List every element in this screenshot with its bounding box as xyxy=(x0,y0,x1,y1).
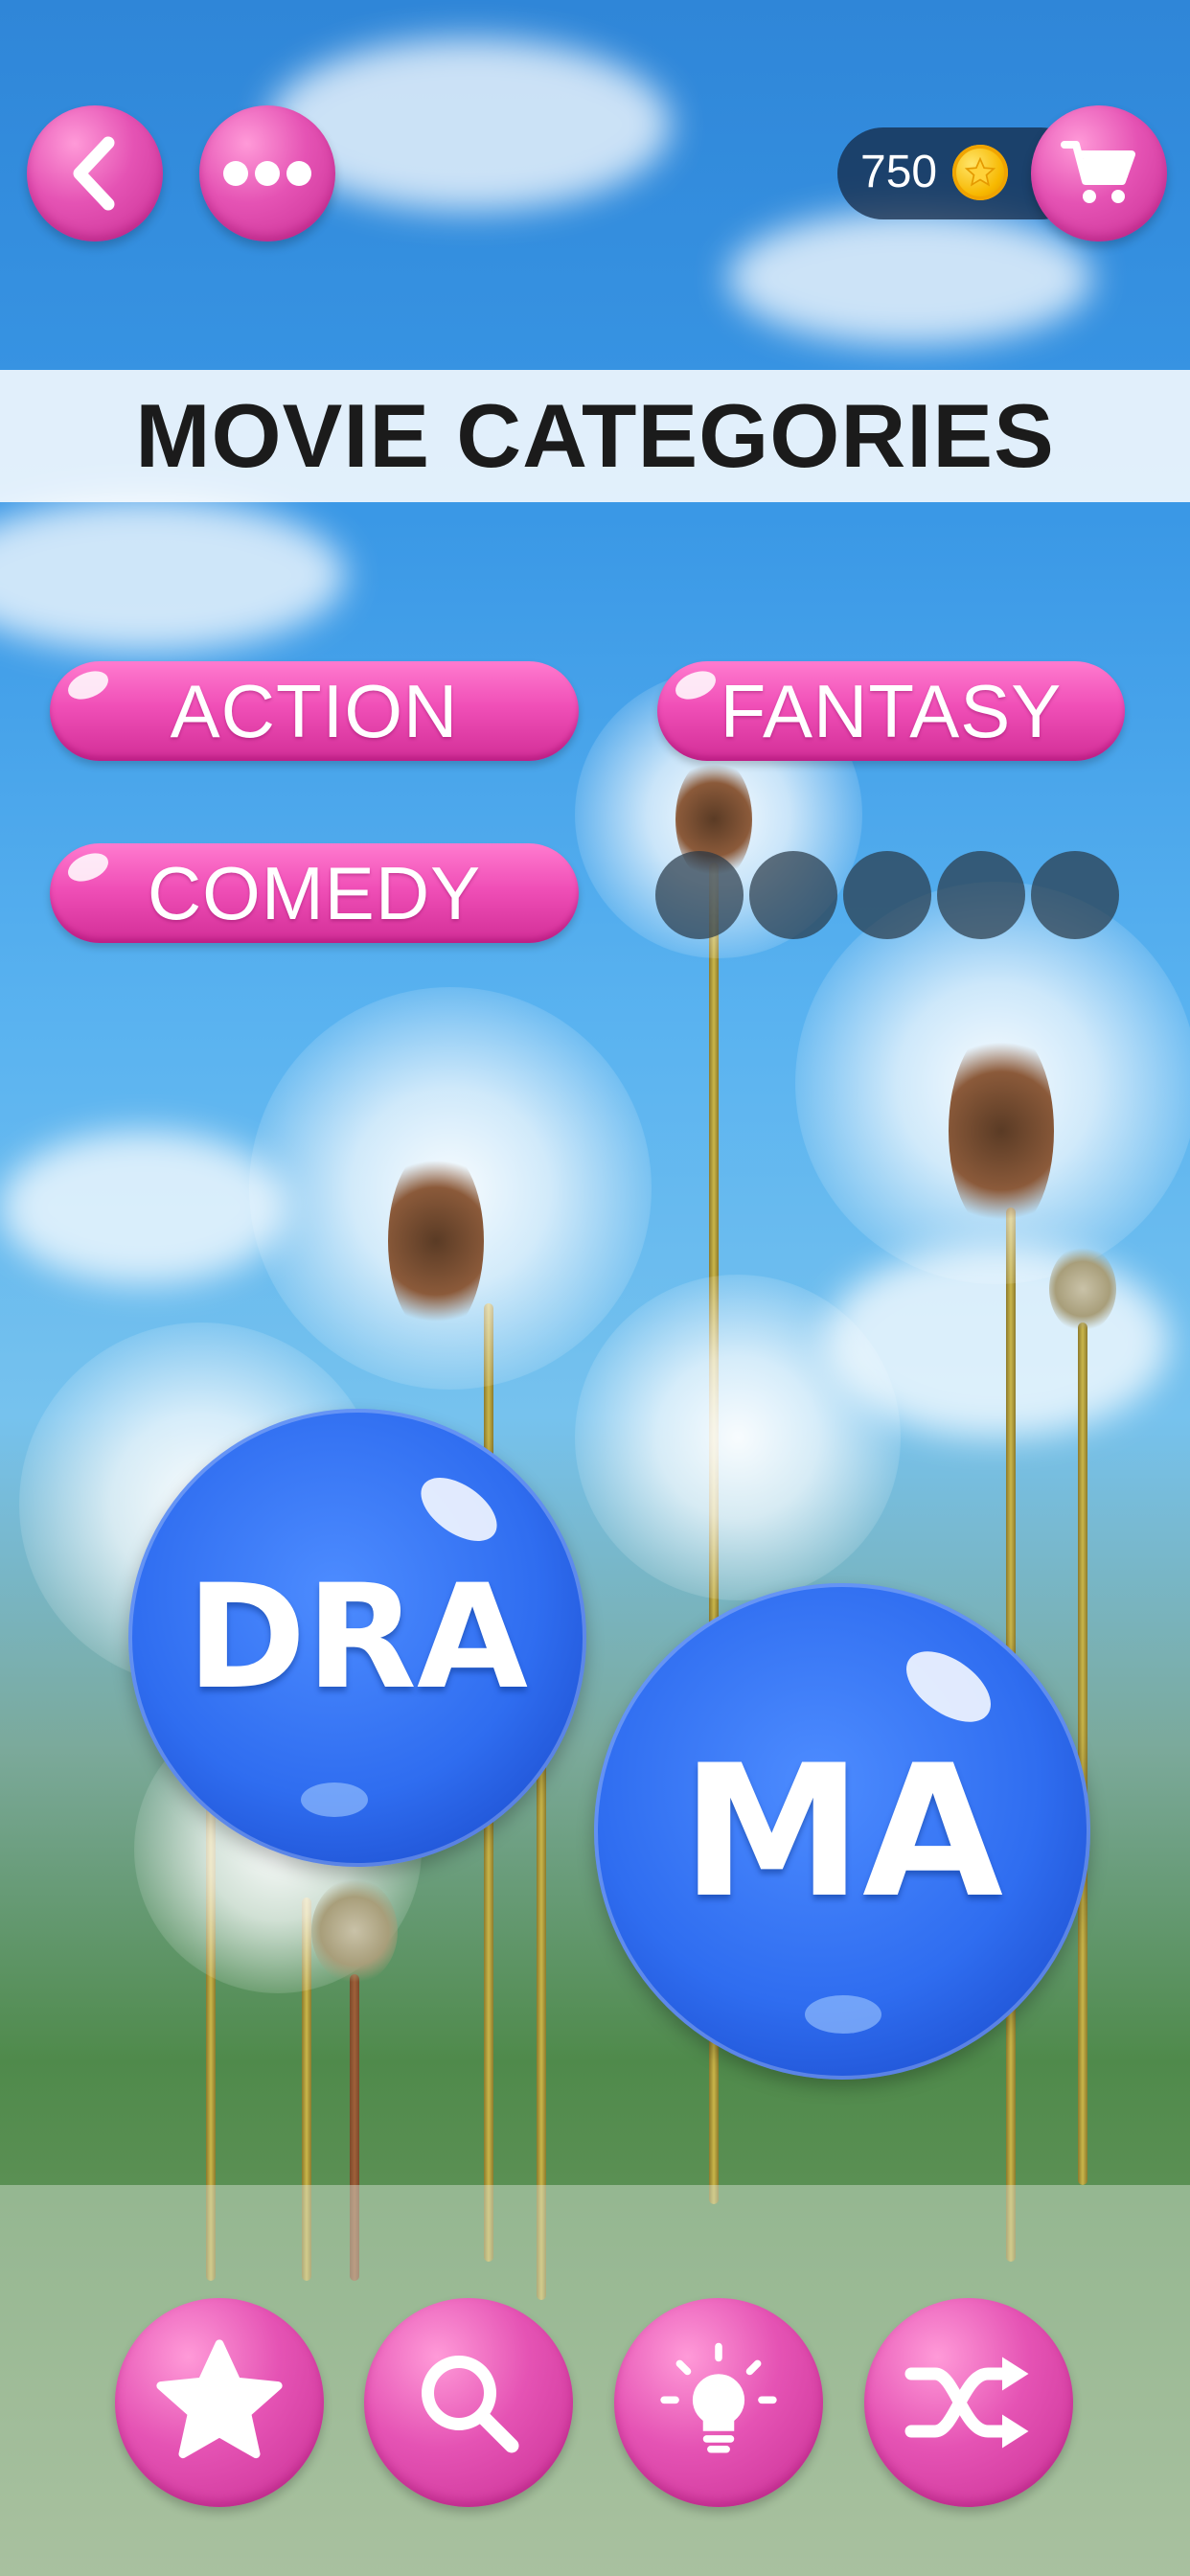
back-button[interactable] xyxy=(27,105,163,242)
found-word-label: ACTION xyxy=(170,668,459,753)
lightbulb-hint-button[interactable] xyxy=(614,2298,823,2507)
letter-bubble-ma[interactable]: MA xyxy=(594,1583,1090,2080)
coin-count: 750 xyxy=(860,147,938,197)
letter-slot xyxy=(1031,851,1119,939)
found-word-action: ACTION xyxy=(50,661,579,761)
shuffle-icon xyxy=(902,2350,1036,2455)
shop-button[interactable] xyxy=(1031,105,1167,242)
letter-slot xyxy=(843,851,931,939)
coin-star-icon xyxy=(952,145,1008,200)
search-hint-button[interactable] xyxy=(364,2298,573,2507)
category-title-band: MOVIE CATEGORIES xyxy=(0,370,1190,502)
shuffle-button[interactable] xyxy=(864,2298,1073,2507)
found-word-fantasy: FANTASY xyxy=(657,661,1125,761)
letter-slot xyxy=(655,851,744,939)
found-word-label: COMEDY xyxy=(147,850,482,935)
letter-slot xyxy=(749,851,837,939)
ellipsis-icon xyxy=(221,159,313,188)
bubble-letters: MA xyxy=(680,1725,1004,1938)
shopping-cart-icon xyxy=(1061,139,1137,208)
bubble-letters: DRA xyxy=(186,1554,529,1721)
more-options-button[interactable] xyxy=(199,105,335,242)
letter-bubble-dra[interactable]: DRA xyxy=(128,1409,586,1867)
magnifier-icon xyxy=(411,2345,526,2460)
star-button[interactable] xyxy=(115,2298,324,2507)
found-word-label: FANTASY xyxy=(720,668,1063,753)
category-title: MOVIE CATEGORIES xyxy=(135,385,1055,486)
chevron-left-icon xyxy=(66,135,124,212)
found-word-comedy: COMEDY xyxy=(50,843,579,943)
star-icon xyxy=(148,2331,291,2474)
lightbulb-icon xyxy=(656,2340,781,2465)
letter-slot xyxy=(937,851,1025,939)
